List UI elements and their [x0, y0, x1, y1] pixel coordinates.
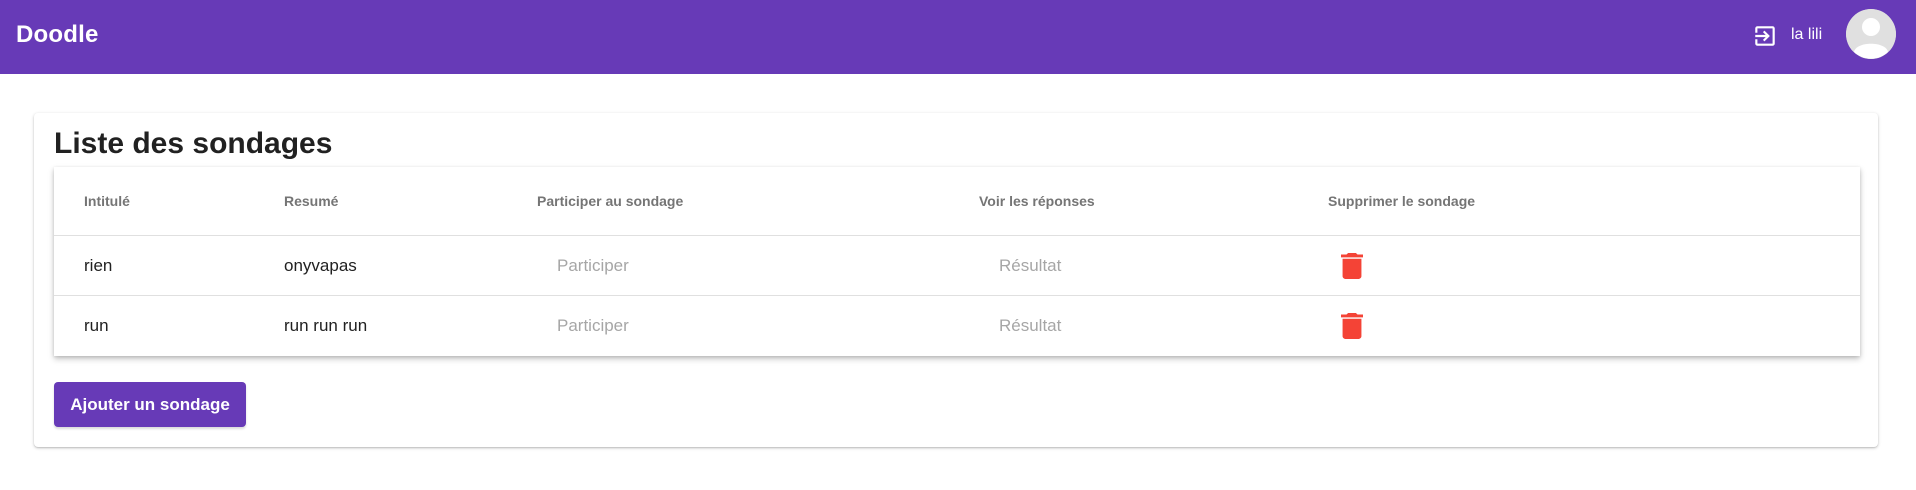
header-supprimer: Supprimer le sondage [1328, 193, 1476, 209]
table-header-row: Intitulé Resumé Participer au sondage Vo… [54, 167, 1860, 236]
resultat-button[interactable]: Résultat [999, 316, 1061, 336]
participer-button[interactable]: Participer [557, 316, 629, 336]
delete-icon[interactable] [1341, 313, 1363, 339]
user-name[interactable]: la lili [1791, 25, 1822, 45]
cell-resume: onyvapas [284, 256, 357, 275]
cell-intitule: rien [84, 256, 113, 275]
cell-resume: run run run [284, 316, 368, 335]
add-survey-button[interactable]: Ajouter un sondage [54, 382, 246, 427]
cell-intitule: run [84, 316, 109, 335]
app-title[interactable]: Doodle [16, 20, 99, 50]
page-title: Liste des sondages [54, 127, 333, 160]
avatar-silhouette-icon [1846, 9, 1896, 59]
header-voir-reponses: Voir les réponses [979, 193, 1095, 209]
surveys-card: Liste des sondages Intitulé Resumé Parti… [34, 113, 1878, 447]
header-participer: Participer au sondage [537, 193, 684, 209]
top-toolbar: Doodle la lili [0, 0, 1916, 74]
login-icon[interactable] [1752, 23, 1778, 49]
participer-button[interactable]: Participer [557, 256, 629, 276]
surveys-table: Intitulé Resumé Participer au sondage Vo… [54, 167, 1860, 356]
delete-icon[interactable] [1341, 253, 1363, 279]
account-circle-icon[interactable] [1846, 9, 1896, 59]
header-resume: Resumé [284, 193, 339, 209]
table-row: run run run run Participer Résultat [54, 296, 1860, 356]
table-row: rien onyvapas Participer Résultat [54, 236, 1860, 296]
header-intitule: Intitulé [84, 193, 130, 209]
resultat-button[interactable]: Résultat [999, 256, 1061, 276]
